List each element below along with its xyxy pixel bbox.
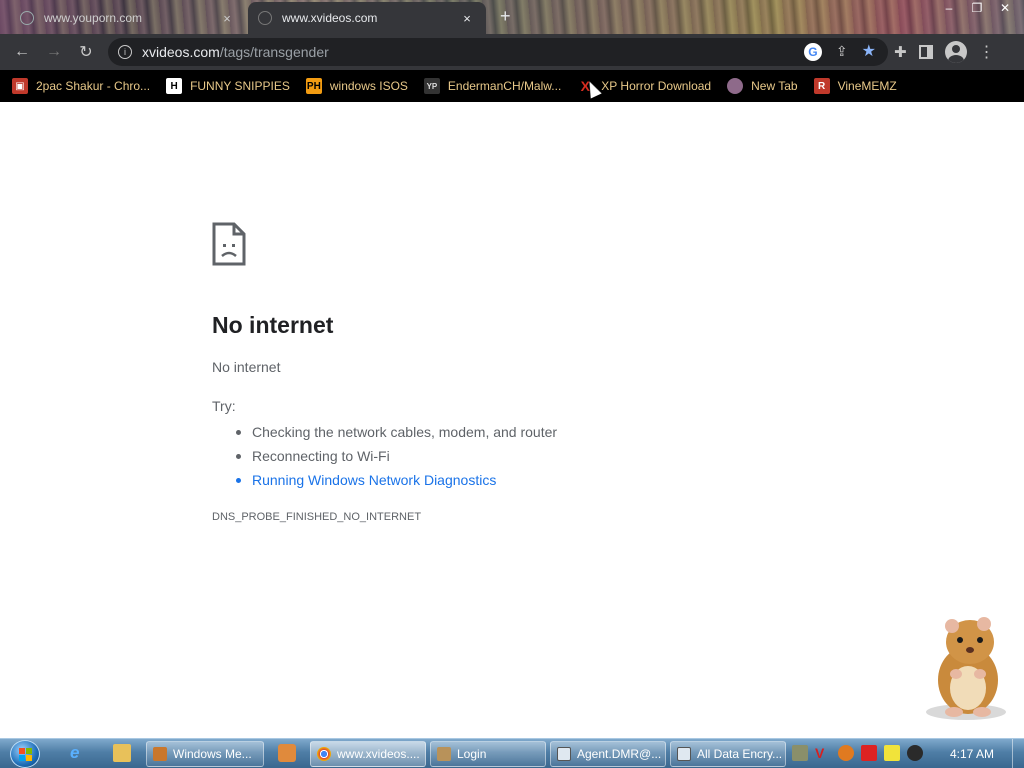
bookmark-vinememz[interactable]: R VineMEMZ [813,78,897,94]
tab-title: www.youporn.com [44,11,143,25]
tray-notify-icon[interactable] [884,745,900,761]
r-favicon-icon: R [813,78,830,94]
bookmark-new-tab[interactable]: New Tab [727,78,798,94]
tab-xvideos[interactable]: www.xvideos.com × [248,2,486,34]
taskbar-item-all-data-encrypted[interactable]: All Data Encry... [670,741,786,767]
google-lens-icon[interactable]: G [803,43,822,61]
suggestion-list: Checking the network cables, modem, and … [232,420,557,492]
new-tab-button[interactable]: + [500,7,511,25]
bookmark-label: EndermanCH/Malw... [447,79,562,93]
taskbar-item-agent-dmr[interactable]: Agent.DMR@... [550,741,666,767]
minimize-button[interactable]: – [938,0,960,16]
task-label: Login [457,747,487,761]
tab-title: www.xvideos.com [282,11,378,25]
bookmark-funny-snippies[interactable]: H FUNNY SNIPPIES [166,78,290,94]
system-tray: V [792,745,923,761]
bookmarks-bar: ▣ 2pac Shakur - Chro... H FUNNY SNIPPIES… [0,70,1024,102]
window-controls: – ❐ ✕ [938,0,1016,16]
menu-kebab-icon[interactable]: ⋮ [979,42,995,62]
tab-youporn[interactable]: www.youporn.com × [10,2,246,34]
window-app-icon [557,747,571,761]
browser-toolbar: ← → ↻ i xvideos.com /tags/transgender G … [0,34,1024,70]
bookmark-label: windows ISOS [329,79,408,93]
task-label: Windows Me... [173,747,252,761]
h-favicon-icon: H [166,78,183,94]
profile-avatar-icon[interactable] [944,41,967,63]
side-panel-icon[interactable] [918,45,933,59]
taskbar-clock[interactable]: 4:17 AM [950,747,994,761]
tray-network-icon[interactable] [792,745,808,761]
extension-area: ✚ ⋮ [894,41,995,63]
login-app-icon [437,747,451,761]
site-info-icon[interactable]: i [118,45,132,59]
error-code: DNS_PROBE_FINISHED_NO_INTERNET [212,511,422,523]
url-path: /tags/transgender [219,44,329,60]
error-page: No internet No internet Try: Checking th… [0,102,1024,738]
try-label: Try: [212,398,236,414]
tray-v-icon[interactable]: V [815,745,831,761]
error-subtitle: No internet [212,359,281,375]
chrome-icon [317,747,331,761]
bookmark-2pac[interactable]: ▣ 2pac Shakur - Chro... [12,78,150,94]
internet-explorer-icon[interactable]: e [70,744,88,762]
restore-button[interactable]: ❐ [966,0,988,16]
start-button[interactable] [10,740,40,768]
url-host: xvideos.com [142,44,220,60]
tab-favicon-icon [20,11,34,25]
task-label: Agent.DMR@... [577,747,662,761]
address-bar[interactable]: i xvideos.com /tags/transgender G ⇪ ★ [108,38,888,66]
tab-close-icon[interactable]: × [458,11,476,26]
back-arrow-icon[interactable]: ← [6,43,38,61]
window-app-icon [677,747,691,761]
close-window-button[interactable]: ✕ [994,0,1016,16]
bookmark-label: New Tab [751,79,798,93]
forward-arrow-icon[interactable]: → [38,43,70,61]
extensions-puzzle-icon[interactable]: ✚ [894,43,907,61]
task-label: All Data Encry... [697,747,783,761]
tray-volume-icon[interactable] [907,745,923,761]
bookmark-label: XP Horror Download [601,79,712,93]
tray-flag-icon[interactable] [861,745,877,761]
taskbar-item-windows-media[interactable]: Windows Me... [146,741,264,767]
error-title: No internet [212,312,334,338]
2pac-favicon-icon: ▣ [12,78,28,94]
tray-search-icon[interactable] [838,745,854,761]
tab-favicon-icon [258,11,272,25]
yp-favicon-icon: YP [423,78,440,94]
tab-close-icon[interactable]: × [218,11,236,26]
ph-favicon-icon: PH [305,78,322,94]
share-icon[interactable]: ⇪ [836,43,848,61]
omnibox-actions: G ⇪ ★ [803,43,876,61]
app-launcher-icon[interactable] [278,744,296,762]
show-desktop-button[interactable] [1012,739,1024,768]
bookmark-star-icon[interactable]: ★ [862,43,876,61]
newtab-favicon-icon [727,78,744,94]
bookmark-label: VineMEMZ [837,79,897,93]
suggestion-item: Checking the network cables, modem, and … [232,420,557,444]
taskbar-item-login[interactable]: Login [430,741,546,767]
hamster-desktop-pet-icon [926,617,1006,720]
bookmark-windows-isos[interactable]: PH windows ISOS [305,78,408,94]
network-diagnostics-link[interactable]: Running Windows Network Diagnostics [232,468,557,492]
explorer-folder-icon[interactable] [113,744,131,762]
bookmark-label: 2pac Shakur - Chro... [36,79,151,93]
bookmark-label: FUNNY SNIPPIES [190,79,290,93]
bookmark-endermanch[interactable]: YP EndermanCH/Malw... [423,78,562,94]
task-label: www.xvideos.... [337,747,420,761]
suggestion-item: Reconnecting to Wi-Fi [232,444,557,468]
media-player-icon [153,747,167,761]
windows-taskbar: e Windows Me... www.xvideos.... Login Ag… [0,738,1024,768]
tab-strip: www.youporn.com × www.xvideos.com × + – … [0,0,1024,34]
taskbar-item-chrome[interactable]: www.xvideos.... [310,741,426,767]
reload-icon[interactable]: ↻ [70,42,102,62]
sad-document-icon [212,222,246,266]
